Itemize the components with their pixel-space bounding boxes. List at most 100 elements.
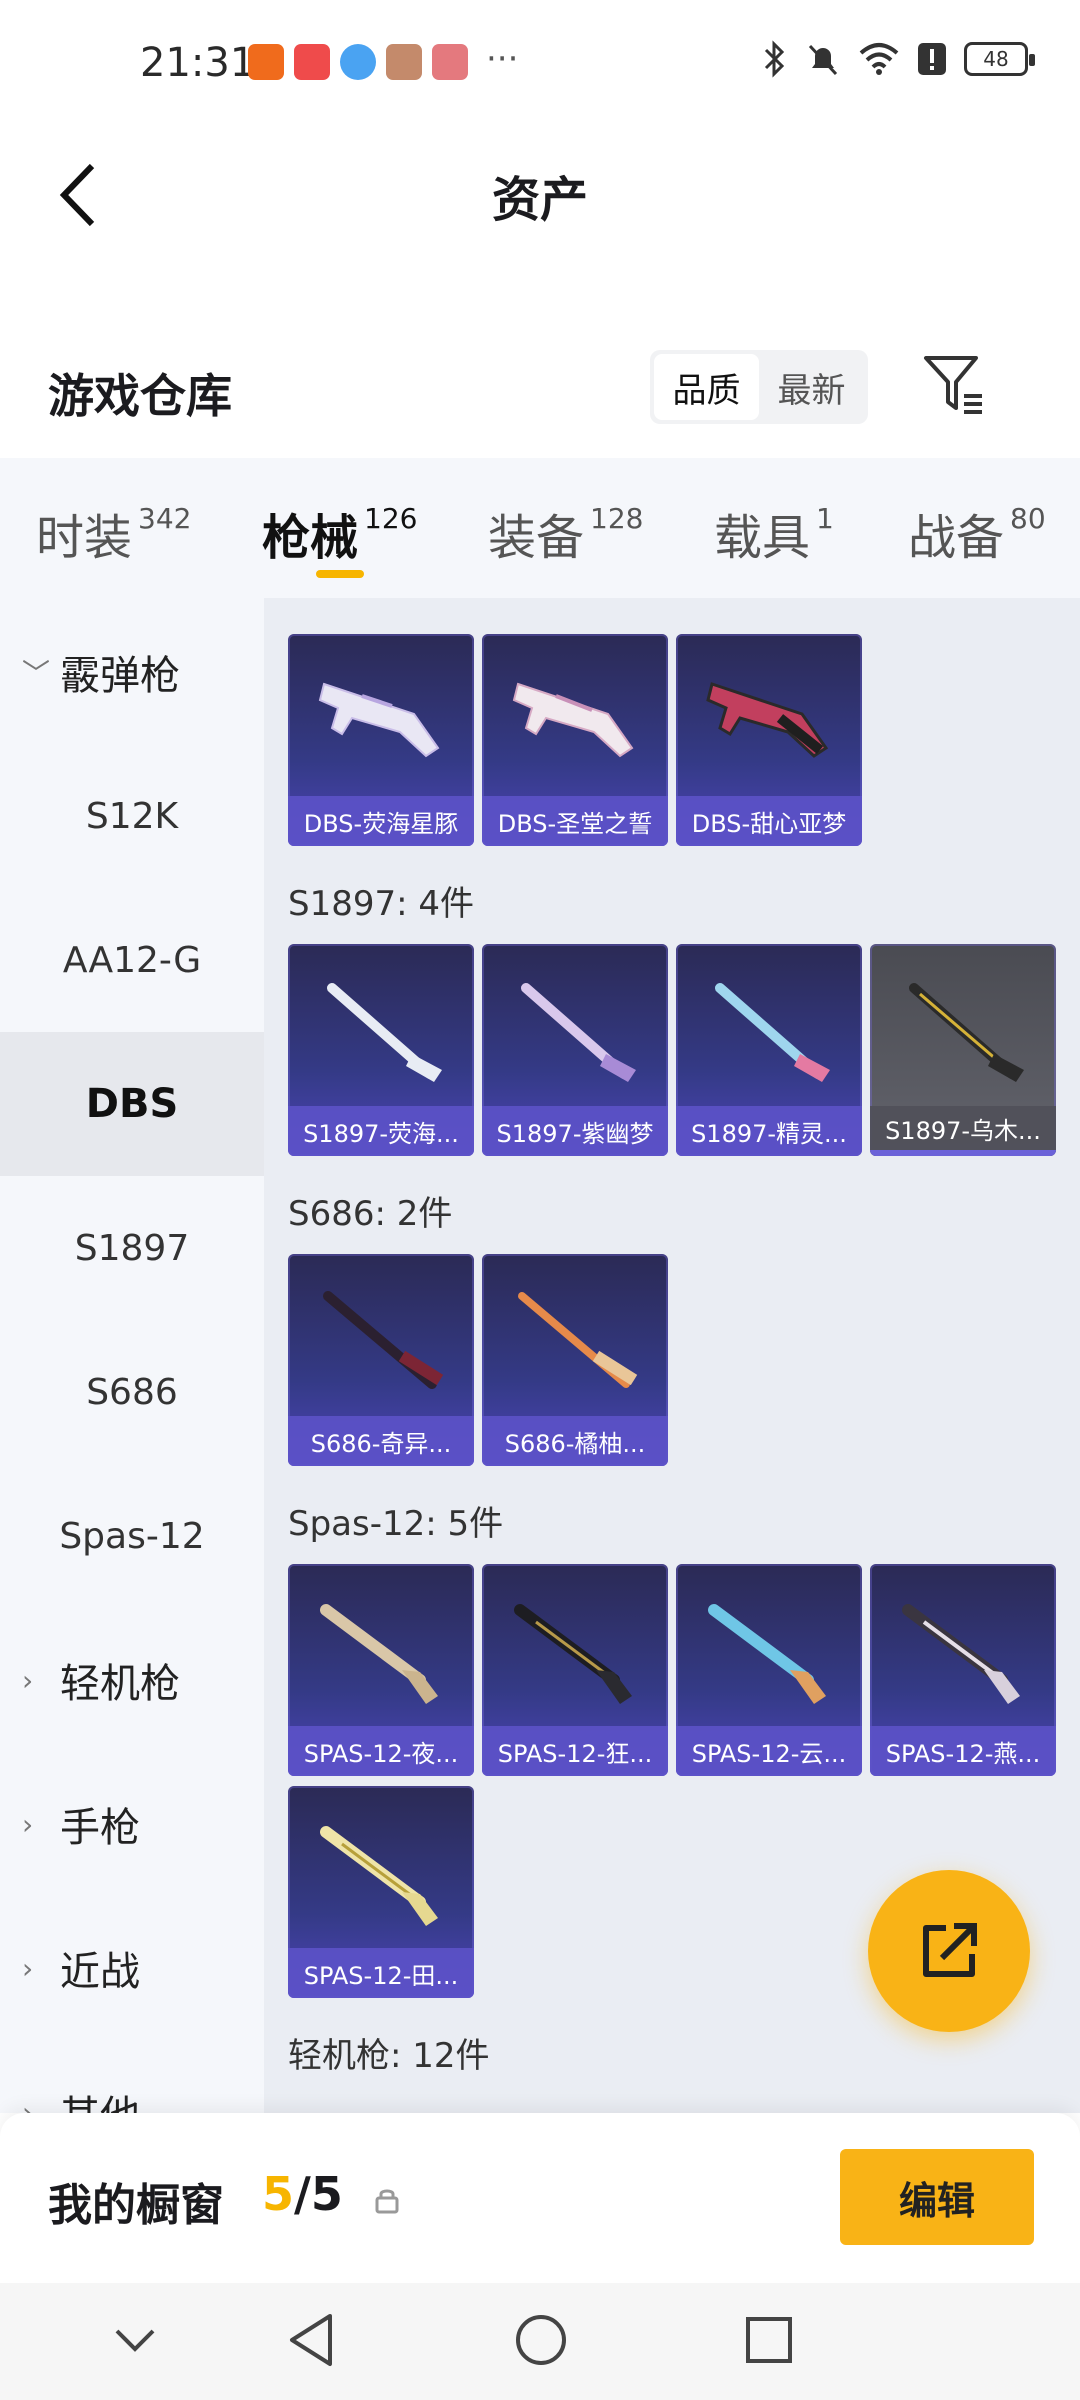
skin-card[interactable]: DBS-圣堂之誓 xyxy=(482,634,668,846)
shotgun-skin-icon xyxy=(323,1291,444,1389)
bluetooth-icon xyxy=(764,40,785,78)
system-icons: 48 xyxy=(762,40,1035,78)
export-fab-button[interactable] xyxy=(868,1870,1030,2032)
showcase-current: 5 xyxy=(262,2167,295,2221)
hide-keyboard-button[interactable] xyxy=(100,2305,170,2375)
tab-label: 战备 xyxy=(908,510,1005,566)
nav-item-s686[interactable]: S686 xyxy=(0,1320,264,1464)
skin-name: SPAS-12-云... xyxy=(676,1726,862,1776)
tab-fashion[interactable]: 时装 342 xyxy=(36,498,191,568)
tab-supplies[interactable]: 战备 80 xyxy=(908,498,1046,568)
tab-equipment[interactable]: 装备 128 xyxy=(488,498,643,568)
skin-name: S686-橘柚... xyxy=(482,1416,668,1466)
skin-name: DBS-甜心亚梦 xyxy=(676,796,862,846)
nav-group-other[interactable]: › 其他 xyxy=(0,2040,264,2113)
section-label: Spas-12: 5件 xyxy=(288,1504,504,1544)
lock-icon xyxy=(375,2189,399,2214)
shotgun-skin-icon xyxy=(320,1604,438,1704)
nav-label: 手枪 xyxy=(60,1805,140,1851)
nav-group-pistol[interactable]: › 手枪 xyxy=(0,1752,264,1896)
tab-count: 126 xyxy=(364,502,418,535)
mute-bell-icon xyxy=(808,44,838,76)
chevron-down-icon xyxy=(115,2329,155,2352)
rifle-skin-icon xyxy=(521,983,636,1082)
nav-group-lmg[interactable]: › 轻机枪 xyxy=(0,1608,264,1752)
filter-button[interactable] xyxy=(920,350,990,420)
shotgun-skin-icon xyxy=(902,1604,1020,1704)
nav-group-melee[interactable]: › 近战 xyxy=(0,1896,264,2040)
nav-item-s12k[interactable]: S12K xyxy=(0,744,264,888)
tab-vehicles[interactable]: 载具 1 xyxy=(714,498,834,568)
page-title: 资产 xyxy=(491,172,588,228)
skin-name: SPAS-12-狂... xyxy=(482,1726,668,1776)
tab-count: 128 xyxy=(590,502,644,535)
recents-square-icon xyxy=(746,2317,792,2363)
status-bar: 21:31 ··· 48 xyxy=(0,0,1080,130)
app-notification-icon xyxy=(294,44,330,80)
filter-icon xyxy=(924,356,982,414)
shotgun-skin-icon xyxy=(318,682,440,758)
skin-card[interactable]: S1897-荧海... xyxy=(288,944,474,1156)
skin-name: S1897-荧海... xyxy=(288,1106,474,1156)
nav-label: 近战 xyxy=(60,1949,140,1995)
showcase-count: 5/5 xyxy=(262,2167,343,2221)
tab-label: 载具 xyxy=(714,510,811,566)
tab-count: 80 xyxy=(1010,502,1046,535)
skin-card[interactable]: S1897-精灵... xyxy=(676,944,862,1156)
skin-card[interactable]: SPAS-12-狂... xyxy=(482,1564,668,1776)
app-notification-icon xyxy=(432,44,468,80)
skin-card[interactable]: SPAS-12-云... xyxy=(676,1564,862,1776)
skin-card[interactable]: S686-橘柚... xyxy=(482,1254,668,1466)
chevron-right-icon: › xyxy=(22,1663,34,1697)
warehouse-title: 游戏仓库 xyxy=(48,369,232,423)
nav-item-dbs[interactable]: DBS xyxy=(0,1032,264,1176)
back-triangle-icon xyxy=(290,2314,332,2366)
skin-card[interactable]: S1897-紫幽梦 xyxy=(482,944,668,1156)
skin-name: S1897-精灵... xyxy=(676,1106,862,1156)
nav-home-button[interactable] xyxy=(506,2305,576,2375)
chevron-right-icon: › xyxy=(22,1951,34,1985)
status-time: 21:31 xyxy=(140,40,256,86)
alert-icon xyxy=(918,43,946,75)
showcase-title: 我的橱窗 xyxy=(48,2180,224,2231)
skin-name: SPAS-12-夜... xyxy=(288,1726,474,1776)
nav-recents-button[interactable] xyxy=(734,2305,804,2375)
nav-back-button[interactable] xyxy=(276,2305,346,2375)
sort-newest-button[interactable]: 最新 xyxy=(759,354,864,420)
skin-name: DBS-荧海星豚 xyxy=(288,796,474,846)
nav-label: 霰弹枪 xyxy=(60,653,180,699)
skin-name: S1897-紫幽梦 xyxy=(482,1106,668,1156)
tab-count: 1 xyxy=(816,502,834,535)
skin-card[interactable]: SPAS-12-田... xyxy=(288,1786,474,1998)
sort-toggle: 品质 最新 xyxy=(650,350,868,424)
notification-icons: ··· xyxy=(248,42,522,80)
tab-label: 时装 xyxy=(36,510,133,566)
skin-card[interactable]: SPAS-12-夜... xyxy=(288,1564,474,1776)
shotgun-skin-icon xyxy=(708,1604,826,1704)
nav-group-shotgun[interactable]: ﹀ 霰弹枪 xyxy=(0,600,264,744)
skin-card[interactable]: DBS-甜心亚梦 xyxy=(676,634,862,846)
edit-button[interactable]: 编辑 xyxy=(840,2149,1034,2245)
skin-name: S686-奇异... xyxy=(288,1416,474,1466)
skin-card[interactable]: SPAS-12-燕... xyxy=(870,1564,1056,1776)
wifi-icon xyxy=(859,43,899,75)
section-label: S686: 2件 xyxy=(288,1194,453,1234)
sort-quality-button[interactable]: 品质 xyxy=(654,354,759,420)
skin-card[interactable]: DBS-荧海星豚 xyxy=(288,634,474,846)
showcase-total: 5 xyxy=(310,2167,343,2221)
nav-label: 其他 xyxy=(60,2083,140,2113)
app-notification-icon xyxy=(340,44,376,80)
tab-label: 装备 xyxy=(488,510,585,566)
chevron-right-icon: › xyxy=(22,2095,34,2114)
tab-firearms[interactable]: 枪械 126 xyxy=(262,498,417,568)
nav-item-s1897[interactable]: S1897 xyxy=(0,1176,264,1320)
shotgun-skin-icon xyxy=(514,1604,632,1704)
app-notification-icon xyxy=(248,44,284,80)
nav-item-spas12[interactable]: Spas-12 xyxy=(0,1464,264,1608)
weapon-category-nav: ﹀ 霰弹枪 S12K AA12-G DBS S1897 S686 Spas-12… xyxy=(0,598,264,2113)
tab-active-indicator xyxy=(316,570,364,578)
skin-card[interactable]: S1897-乌木... xyxy=(870,944,1056,1156)
system-navigation-bar xyxy=(0,2283,1080,2400)
skin-card[interactable]: S686-奇异... xyxy=(288,1254,474,1466)
nav-item-aa12g[interactable]: AA12-G xyxy=(0,888,264,1032)
